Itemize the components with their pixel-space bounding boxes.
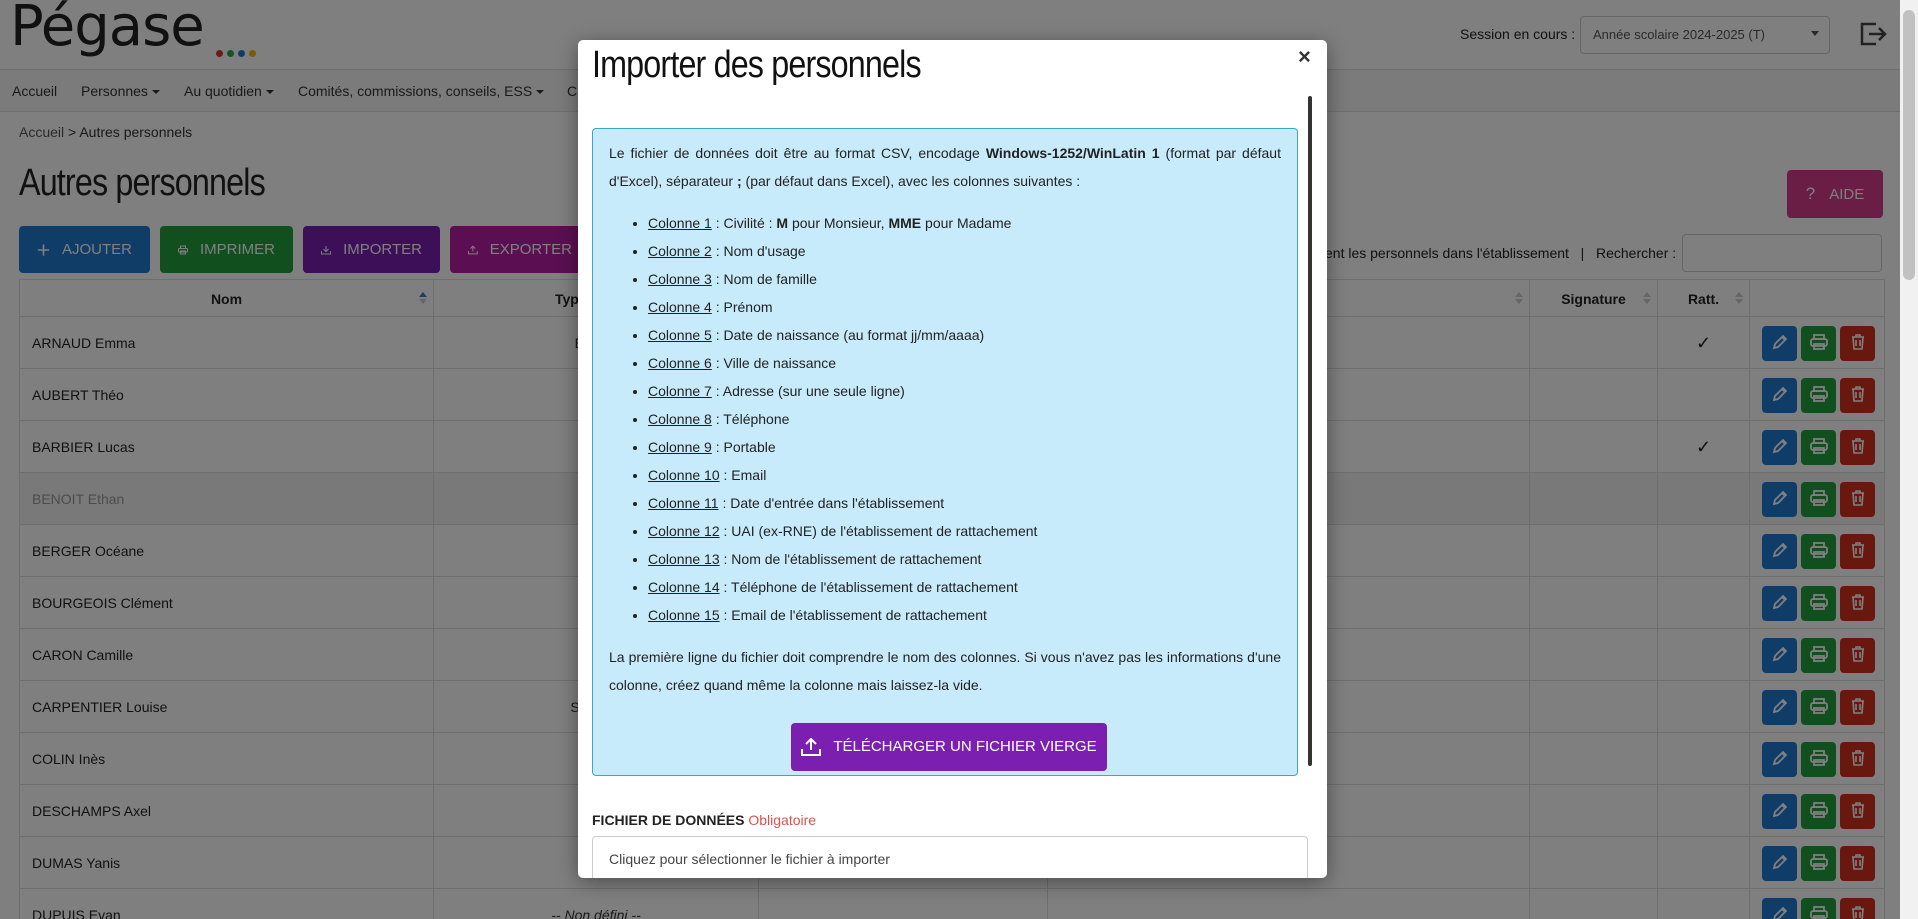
column-number: Colonne 2 [648,243,712,259]
column-desc: : Prénom [711,299,773,315]
file-label-text: FICHIER DE DONNÉES [592,812,745,828]
column-desc: : Email de l'établissement de rattacheme… [719,607,987,623]
column-list-item: Colonne 9 : Portable [648,433,1281,461]
column-list-item: Colonne 7 : Adresse (sur une seule ligne… [648,377,1281,405]
column-list-item: Colonne 8 : Téléphone [648,405,1281,433]
column-desc: : Téléphone [711,411,790,427]
column-number: Colonne 8 [648,411,712,427]
file-input-placeholder: Cliquez pour sélectionner le fichier à i… [609,851,890,867]
intro-text: (par défaut dans Excel), avec les colonn… [741,173,1081,189]
download-template-label: TÉLÉCHARGER UN FICHIER VIERGE [833,738,1097,755]
column-list-item: Colonne 4 : Prénom [648,293,1281,321]
required-badge: Obligatoire [748,812,817,828]
column-list-item: Colonne 14 : Téléphone de l'établissemen… [648,573,1281,601]
column-list-item: Colonne 3 : Nom de famille [648,265,1281,293]
column-desc: : Portable [711,439,776,455]
column-desc: : Nom d'usage [711,243,806,259]
column-list-item: Colonne 13 : Nom de l'établissement de r… [648,545,1281,573]
column-list-item: Colonne 2 : Nom d'usage [648,237,1281,265]
column-number: Colonne 13 [648,551,720,567]
column-list-item: Colonne 11 : Date d'entrée dans l'établi… [648,489,1281,517]
column-desc: pour Madame [921,215,1012,231]
import-dialog: Importer des personnels × Le fichier de … [578,40,1327,878]
column-value: MME [888,215,922,231]
column-number: Colonne 9 [648,439,712,455]
column-number: Colonne 1 [648,215,712,231]
column-list-item: Colonne 6 : Ville de naissance [648,349,1281,377]
column-number: Colonne 10 [648,467,720,483]
column-number: Colonne 5 [648,327,712,343]
column-value: M [776,215,789,231]
column-desc: : Ville de naissance [711,355,837,371]
column-list-item: Colonne 10 : Email [648,461,1281,489]
format-info-box: Le fichier de données doit être au forma… [592,128,1298,776]
column-desc: : Date de naissance (au format jj/mm/aaa… [711,327,985,343]
upload-icon [801,738,822,756]
column-number: Colonne 14 [648,579,720,595]
column-list-item: Colonne 15 : Email de l'établissement de… [648,601,1281,629]
file-field-label: FICHIER DE DONNÉES Obligatoire [592,812,816,828]
column-desc: : Email [719,467,767,483]
dialog-scrollbar[interactable] [1308,96,1312,766]
column-list-item: Colonne 12 : UAI (ex-RNE) de l'établisse… [648,517,1281,545]
encoding-text: Windows-1252/WinLatin 1 [985,145,1160,161]
column-number: Colonne 15 [648,607,720,623]
column-list-item: Colonne 5 : Date de naissance (au format… [648,321,1281,349]
column-desc: : UAI (ex-RNE) de l'établissement de rat… [719,523,1038,539]
column-number: Colonne 6 [648,355,712,371]
format-note: La première ligne du fichier doit compre… [609,649,1281,693]
column-desc: : Adresse (sur une seule ligne) [711,383,905,399]
column-desc: : Nom de l'établissement de rattachement [719,551,982,567]
column-desc: : Téléphone de l'établissement de rattac… [719,579,1018,595]
column-desc: : Date d'entrée dans l'établissement [718,495,945,511]
column-number: Colonne 4 [648,299,712,315]
column-desc: : Nom de famille [711,271,817,287]
column-list-item: Colonne 1 : Civilité : M pour Monsieur, … [648,209,1281,237]
close-icon[interactable]: × [1298,44,1311,70]
intro-text: Le fichier de données doit être au forma… [609,145,986,161]
column-number: Colonne 12 [648,523,720,539]
column-desc: pour Monsieur, [788,215,889,231]
format-intro: Le fichier de données doit être au forma… [609,139,1281,195]
column-number: Colonne 7 [648,383,712,399]
dialog-title: Importer des personnels [592,44,922,86]
page-scrollbar-thumb[interactable] [1903,10,1915,280]
column-desc: : Civilité : [711,215,777,231]
column-number: Colonne 11 [648,495,719,511]
column-number: Colonne 3 [648,271,712,287]
column-list: Colonne 1 : Civilité : M pour Monsieur, … [648,209,1281,629]
download-template-button[interactable]: TÉLÉCHARGER UN FICHIER VIERGE [791,723,1107,771]
file-input[interactable]: Cliquez pour sélectionner le fichier à i… [592,836,1308,878]
